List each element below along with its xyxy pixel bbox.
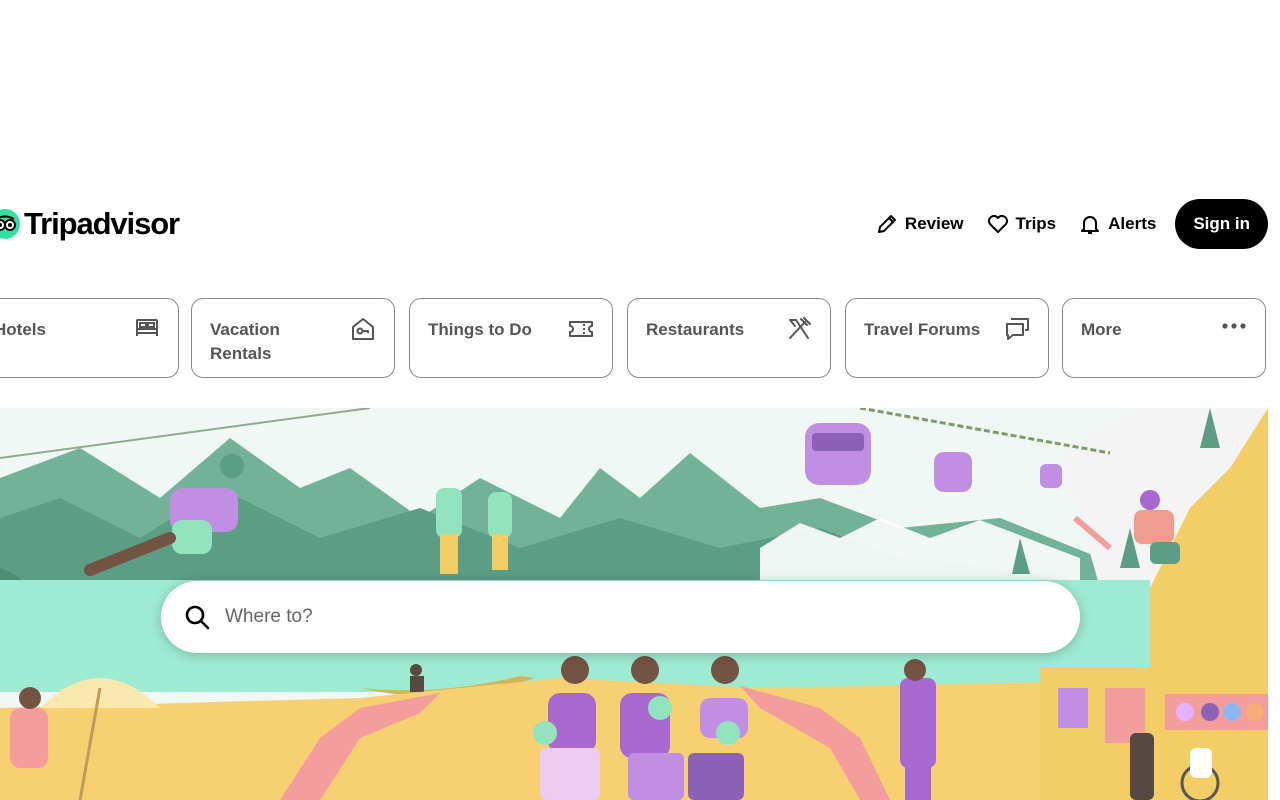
heart-icon (986, 212, 1010, 236)
category-tabs: Hotels Vacation Rentals Things to Do Res… (0, 298, 1280, 380)
tab-label: Hotels (0, 320, 46, 339)
tab-travel-forums[interactable]: Travel Forums (845, 298, 1049, 378)
ticket-icon (568, 316, 594, 342)
tripadvisor-logo[interactable]: Tripadvisor (0, 200, 180, 248)
fork-knife-icon (786, 316, 812, 342)
trips-link[interactable]: Trips (975, 204, 1068, 244)
tab-restaurants[interactable]: Restaurants (627, 298, 831, 378)
tab-things-to-do[interactable]: Things to Do (409, 298, 613, 378)
site-header: Tripadvisor Review Trips Alerts Sign in (0, 192, 1280, 256)
search-bar[interactable] (161, 581, 1080, 653)
house-key-icon (350, 316, 376, 342)
search-input[interactable] (223, 605, 1027, 629)
review-link[interactable]: Review (864, 204, 975, 244)
header-nav: Review Trips Alerts Sign in (864, 199, 1268, 249)
ellipsis-icon (1221, 316, 1247, 342)
review-label: Review (904, 214, 964, 233)
tab-label: Things to Do (428, 320, 532, 339)
tab-vacation-rentals[interactable]: Vacation Rentals (191, 298, 395, 378)
tab-label: Vacation Rentals (210, 320, 280, 363)
tab-label: Travel Forums (864, 320, 981, 339)
trips-label: Trips (1015, 214, 1057, 233)
bell-icon (1078, 212, 1102, 236)
tab-more[interactable]: More (1062, 298, 1266, 378)
alerts-label: Alerts (1108, 214, 1157, 233)
tab-label: Restaurants (646, 320, 745, 339)
sign-in-button[interactable]: Sign in (1175, 199, 1268, 249)
pencil-icon (875, 212, 899, 236)
tab-label: More (1081, 320, 1122, 339)
tab-hotels[interactable]: Hotels (0, 298, 179, 378)
search-icon (183, 603, 211, 631)
owl-logo-icon (0, 209, 20, 239)
alerts-link[interactable]: Alerts (1067, 204, 1167, 244)
bed-icon (134, 316, 160, 342)
logo-wordmark: Tripadvisor (24, 206, 180, 241)
chat-bubbles-icon (1004, 316, 1030, 342)
